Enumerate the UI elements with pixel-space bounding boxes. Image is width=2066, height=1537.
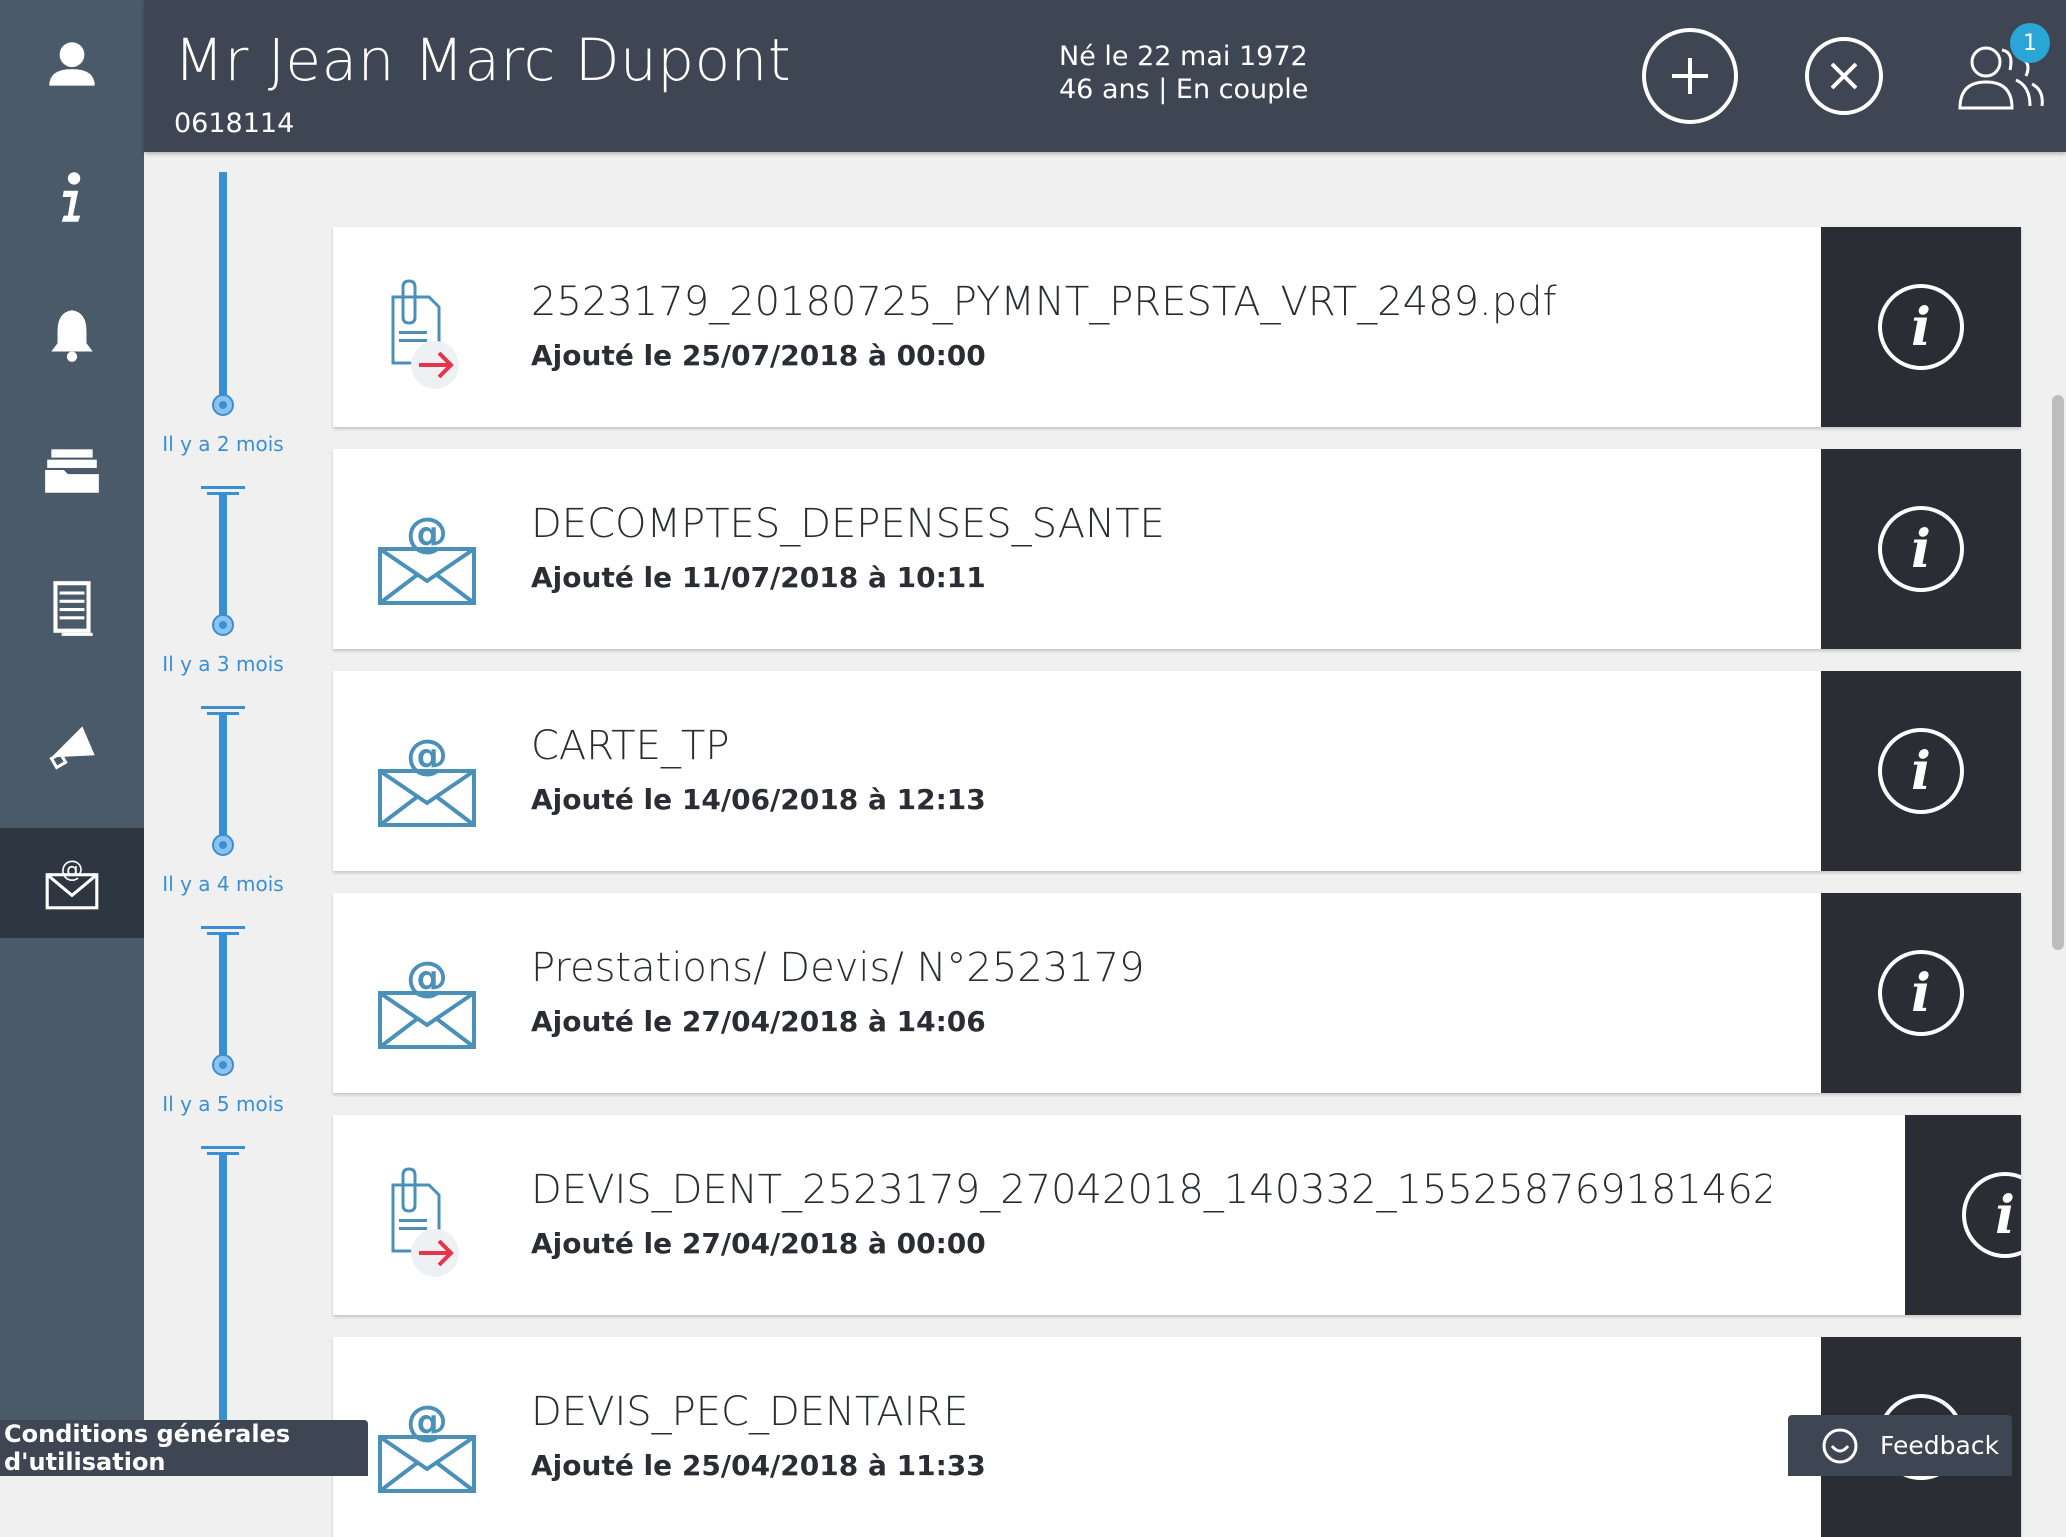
timeline-cap [201, 486, 245, 489]
patient-id: 0618114 [174, 108, 295, 139]
plus-icon [1672, 58, 1708, 94]
timeline-dot [212, 394, 234, 416]
info-circle-icon: i [1878, 506, 1964, 592]
feedback-button[interactable]: Feedback [1788, 1415, 2012, 1476]
mail-icon: @ [45, 857, 99, 910]
timeline-label: Il y a 4 mois [162, 872, 284, 896]
svg-text:@: @ [61, 857, 84, 883]
document-info-button[interactable]: i [1821, 893, 2021, 1093]
timeline-label: Il y a 2 mois [162, 432, 284, 456]
info-circle-icon: i [1878, 728, 1964, 814]
document-date: Ajouté le 25/07/2018 à 00:00 [531, 339, 986, 372]
patient-header: Mr Jean Marc Dupont 0618114 Né le 22 mai… [144, 0, 2066, 152]
patient-details: 46 ans | En couple [1059, 74, 1309, 105]
folders-icon [45, 449, 99, 493]
document-date: Ajouté le 14/06/2018 à 12:13 [531, 783, 986, 816]
scrollbar[interactable] [2052, 395, 2064, 950]
timeline-segment [219, 172, 227, 402]
timeline-label: Il y a 3 mois [162, 652, 284, 676]
timeline-segment [219, 934, 227, 1064]
document-card[interactable]: @ DEVIS_PEC_DENTAIRE Ajouté le 25/04/201… [333, 1337, 2021, 1537]
attachment-icon [391, 279, 459, 389]
attachment-icon [391, 1167, 459, 1277]
document-info-button[interactable]: i [1905, 1115, 2021, 1315]
feedback-label: Feedback [1880, 1431, 2000, 1460]
document-card[interactable]: @ Prestations/ Devis/ N°2523179 Ajouté l… [333, 893, 2021, 1093]
timeline-cap [201, 926, 245, 929]
document-info-button[interactable]: i [1821, 227, 2021, 427]
feedback-icon [1822, 1428, 1858, 1463]
document-info-button[interactable]: i [1821, 671, 2021, 871]
document-card[interactable]: 2523179_20180725_PYMNT_PRESTA_VRT_2489.p… [333, 227, 2021, 427]
terms-link[interactable]: Conditions générales d'utilisation [0, 1420, 368, 1476]
document-card[interactable]: @ DECOMPTES_DEPENSES_SANTE Ajouté le 11/… [333, 449, 2021, 649]
document-icon [53, 581, 93, 636]
close-icon [1830, 62, 1858, 90]
megaphone-icon [49, 726, 95, 770]
document-title: DECOMPTES_DEPENSES_SANTE [531, 501, 1165, 547]
document-date: Ajouté le 25/04/2018 à 11:33 [531, 1449, 986, 1482]
info-circle-icon: i [1878, 284, 1964, 370]
nav-info[interactable] [0, 142, 144, 252]
document-title: 2523179_20180725_PYMNT_PRESTA_VRT_2489.p… [531, 279, 1557, 325]
document-title: Prestations/ Devis/ N°2523179 [531, 945, 1145, 991]
info-circle-icon: i [1878, 950, 1964, 1036]
timeline-segment [219, 494, 227, 624]
timeline-label: Il y a 5 mois [162, 1092, 284, 1116]
timeline-cap [201, 1146, 245, 1149]
email-icon: @ [378, 508, 476, 605]
document-title: CARTE_TP [531, 723, 730, 769]
nav-campaigns[interactable] [0, 692, 144, 802]
nav-messages[interactable]: @ [0, 828, 144, 938]
nav-documents[interactable] [0, 553, 144, 663]
timeline-cap [201, 706, 245, 709]
timeline-segment [219, 714, 227, 844]
document-date: Ajouté le 27/04/2018 à 14:06 [531, 1005, 986, 1038]
patient-info: Né le 22 mai 1972 46 ans | En couple [1059, 40, 1308, 106]
info-icon [61, 172, 81, 222]
svg-text:@: @ [406, 508, 448, 557]
timeline-dot [212, 614, 234, 636]
nav-alerts[interactable] [0, 280, 144, 390]
timeline-dot [212, 1054, 234, 1076]
patient-name: Mr Jean Marc Dupont [174, 26, 792, 94]
document-date: Ajouté le 27/04/2018 à 00:00 [531, 1227, 986, 1260]
svg-text:@: @ [406, 730, 448, 779]
close-button[interactable] [1805, 37, 1883, 115]
timeline-dot [212, 834, 234, 856]
bell-icon [51, 310, 93, 362]
document-title: DEVIS_DENT_2523179_27042018_140332_15525… [531, 1167, 1771, 1213]
email-icon: @ [378, 730, 476, 827]
user-icon [49, 42, 95, 86]
document-info-button[interactable]: i [1821, 449, 2021, 649]
document-card[interactable]: DEVIS_DENT_2523179_27042018_140332_15525… [333, 1115, 2021, 1315]
document-title: DEVIS_PEC_DENTAIRE [531, 1389, 969, 1435]
svg-text:@: @ [406, 1396, 448, 1445]
svg-text:@: @ [406, 952, 448, 1001]
email-icon: @ [378, 1396, 476, 1493]
patient-birth: Né le 22 mai 1972 [1059, 41, 1308, 72]
document-card[interactable]: @ CARTE_TP Ajouté le 14/06/2018 à 12:13 … [333, 671, 2021, 871]
sidebar: @ [0, 0, 144, 1476]
nav-profile[interactable] [0, 10, 144, 120]
document-date: Ajouté le 11/07/2018 à 10:11 [531, 561, 986, 594]
info-circle-icon: i [1962, 1172, 2021, 1258]
add-button[interactable] [1642, 28, 1738, 124]
email-icon: @ [378, 952, 476, 1049]
nav-folders[interactable] [0, 415, 144, 525]
notification-badge: 1 [2010, 23, 2050, 63]
